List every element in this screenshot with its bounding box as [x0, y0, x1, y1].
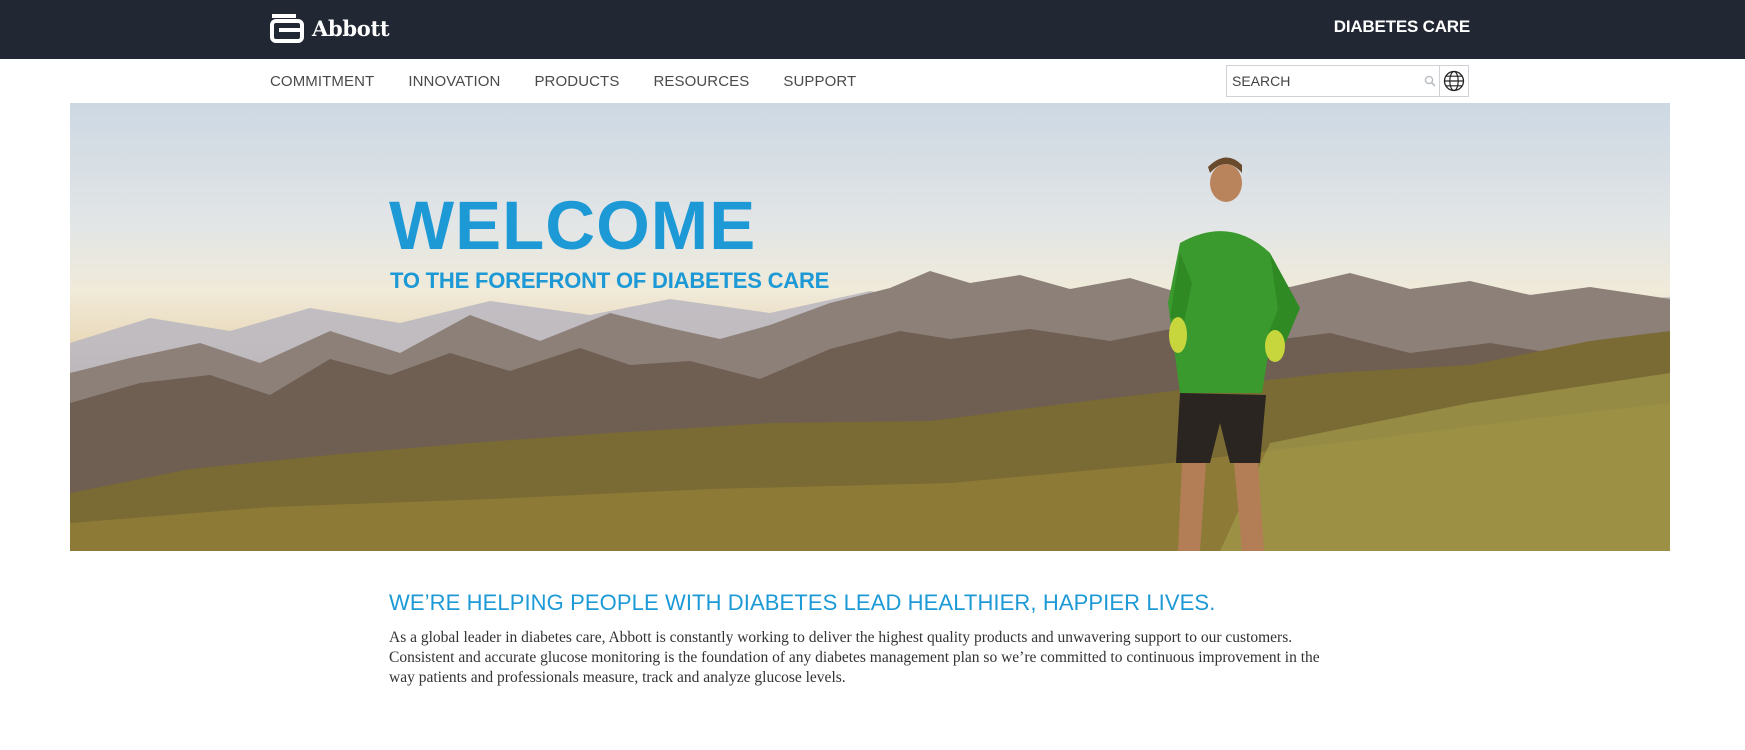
hero-subtitle: TO THE FOREFRONT OF DIABETES CARE [390, 268, 830, 293]
search-icon [1424, 75, 1436, 87]
hero-title: WELCOME [389, 187, 757, 264]
logo-text: Abbott [312, 15, 390, 41]
site-brand-title: DIABETES CARE [1333, 17, 1470, 36]
top-bar: Abbott DIABETES CARE [0, 0, 1745, 59]
nav-item-innovation[interactable]: INNOVATION [408, 73, 500, 90]
intro-heading: WE’RE HELPING PEOPLE WITH DIABETES LEAD … [389, 590, 1216, 615]
language-button[interactable] [1439, 66, 1468, 96]
hero-landscape-image [70, 157, 1670, 551]
abbott-logo-icon [270, 14, 304, 43]
intro-body-text: As a global leader in diabetes care, Abb… [389, 629, 1320, 686]
nav-item-resources[interactable]: RESOURCES [653, 73, 749, 90]
nav-item-commitment[interactable]: COMMITMENT [270, 73, 374, 90]
hero-banner: WELCOME TO THE FOREFRONT OF DIABETES CAR… [70, 103, 1670, 551]
main-nav: COMMITMENT INNOVATION PRODUCTS RESOURCES… [270, 59, 890, 103]
nav-item-products[interactable]: PRODUCTS [534, 73, 619, 90]
search-box [1226, 65, 1469, 97]
abbott-logo-link[interactable]: Abbott [270, 12, 390, 44]
search-button[interactable] [1421, 66, 1439, 96]
main-nav-bar: COMMITMENT INNOVATION PRODUCTS RESOURCES… [0, 59, 1745, 103]
nav-item-support[interactable]: SUPPORT [783, 73, 856, 90]
search-input[interactable] [1227, 66, 1422, 96]
globe-icon [1443, 70, 1465, 92]
